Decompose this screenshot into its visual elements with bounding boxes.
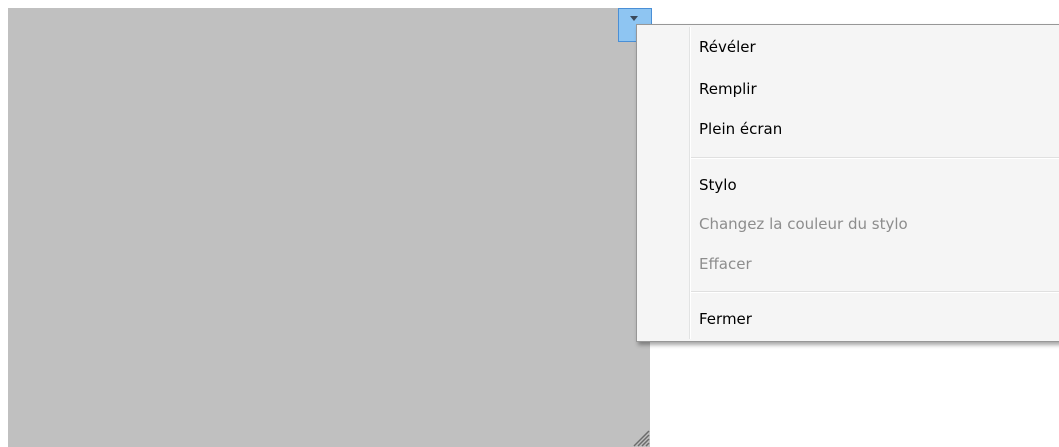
menu-item-stylo[interactable]: Stylo (699, 175, 737, 195)
menu-item-remplir[interactable]: Remplir (699, 79, 757, 99)
menu-separator (691, 291, 1059, 293)
menu-item-effacer: Effacer (699, 255, 752, 273)
menu-item-fermer[interactable]: Fermer (699, 309, 752, 329)
resize-grip-icon[interactable] (628, 425, 650, 447)
menu-item-reveler[interactable]: Révéler (699, 37, 756, 57)
context-menu: Révéler Remplir Plein écran Stylo Change… (636, 24, 1059, 342)
menu-separator (691, 157, 1059, 159)
menu-item-plein-ecran[interactable]: Plein écran (699, 119, 782, 139)
menu-item-changer-couleur: Changez la couleur du stylo (699, 215, 908, 233)
screen-overlay (8, 8, 650, 447)
chevron-down-icon (630, 16, 638, 21)
